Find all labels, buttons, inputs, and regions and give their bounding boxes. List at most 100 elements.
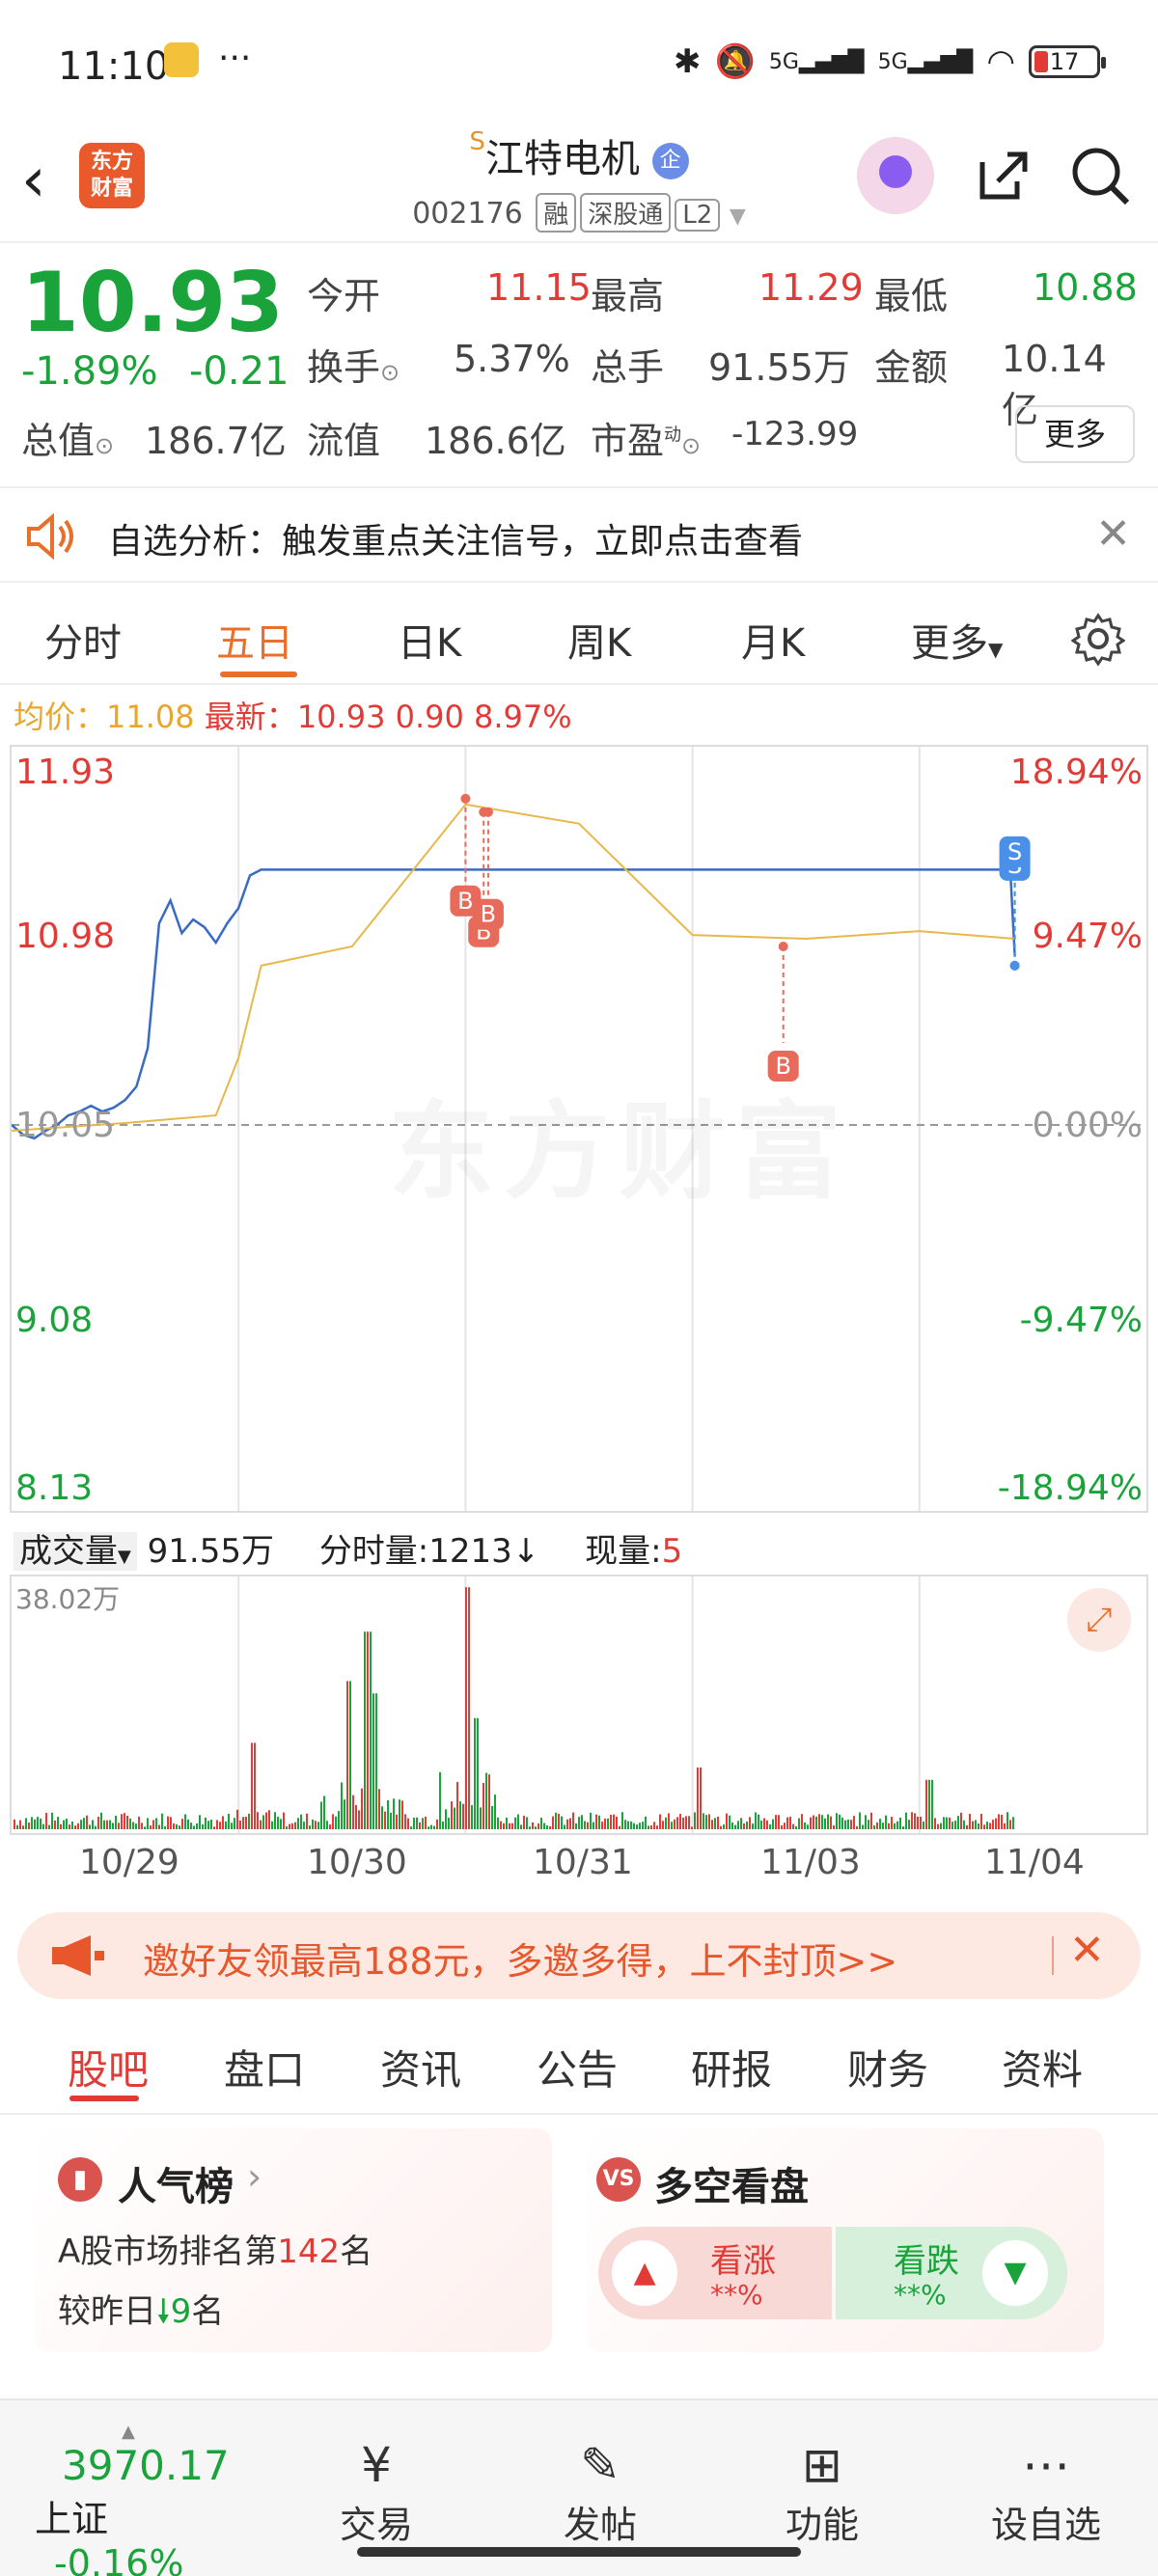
nav-functions[interactable]: ⊞ 功能	[745, 2435, 899, 2548]
tab-intraday[interactable]: 分时	[44, 612, 122, 668]
tag-l2: L2	[675, 199, 721, 232]
volume-bar	[245, 1817, 247, 1829]
settings-gear-icon[interactable]	[1071, 612, 1125, 666]
nav-add-watchlist[interactable]: ⋯ 设自选	[969, 2435, 1123, 2548]
volume-bar	[97, 1816, 99, 1829]
volume-bar	[801, 1814, 803, 1829]
tab-five-day[interactable]: 五日	[216, 612, 293, 668]
volume-bar	[346, 1681, 348, 1829]
tab-pankou[interactable]: 盘口	[224, 2038, 305, 2096]
volume-bar	[239, 1820, 241, 1829]
more-button[interactable]: 更多	[1015, 405, 1135, 463]
tab-news[interactable]: 资讯	[380, 2038, 461, 2096]
volume-header: 成交量▼ 91.55万 分时量:1213↓ 现量:5	[14, 1524, 682, 1572]
tag-margin: 融	[536, 193, 577, 233]
tab-guba[interactable]: 股吧	[68, 2038, 149, 2096]
close-icon[interactable]: ✕	[1069, 1926, 1105, 1975]
bearish-button[interactable]: 看跌 **% ▼	[836, 2227, 1067, 2319]
volume-bar	[129, 1818, 131, 1829]
volume-bar	[37, 1817, 39, 1829]
amount-label: 金额	[874, 346, 949, 389]
y-right-tick-3: 0.00%	[1032, 1106, 1143, 1145]
status-bar: 11:10 ··· ✱ 🔕 5G▂▄▆█ 5G▂▄▆█ ◠ 17	[0, 0, 1158, 125]
share-icon[interactable]	[969, 143, 1034, 208]
volume-bar	[83, 1818, 85, 1829]
volume-bar	[746, 1821, 748, 1829]
volume-bar	[118, 1822, 120, 1829]
tab-research[interactable]: 研报	[691, 2038, 772, 2096]
tab-profile[interactable]: 资料	[1002, 2038, 1083, 2096]
tab-monthly-k[interactable]: 月K	[741, 612, 805, 668]
marker-dot	[482, 807, 493, 817]
volume-bar	[236, 1809, 238, 1829]
volume-bar	[14, 1819, 15, 1829]
volume-bar	[514, 1817, 516, 1829]
nav-trade[interactable]: ¥ 交易	[299, 2435, 454, 2548]
high-label: 最高	[591, 275, 665, 317]
search-icon[interactable]	[1067, 143, 1133, 208]
y-left-tick-2: 10.98	[15, 917, 116, 956]
low-value: 10.88	[1033, 266, 1138, 309]
index-widget[interactable]: ▲ 3970.17 上证 -0.16%	[35, 2422, 247, 2576]
quote-row-1: 今开 11.15 最高 11.29 最低 10.88	[307, 266, 1138, 317]
volume-bar	[688, 1816, 690, 1829]
volume-bar	[63, 1820, 65, 1829]
volume-bar	[868, 1820, 869, 1829]
volume-bar	[566, 1819, 568, 1829]
volume-bar	[477, 1717, 479, 1829]
volume-bar	[731, 1822, 733, 1829]
nav-post[interactable]: ✎ 发帖	[523, 2435, 677, 2548]
high-value: 11.29	[758, 266, 864, 309]
volume-bar	[925, 1779, 927, 1829]
market-cap-value: 186.7亿	[145, 420, 287, 462]
marker-dot	[778, 942, 788, 951]
battery-icon: 17	[1029, 45, 1106, 78]
tab-daily-k[interactable]: 日K	[398, 612, 461, 668]
analysis-notice[interactable]: 自选分析：触发重点关注信号，立即点击查看 ✕	[0, 486, 1158, 583]
popularity-card[interactable]: ▮ 人气榜 › A股市场排名第142名 较昨日🠗9名	[35, 2128, 552, 2352]
volume-bar	[648, 1825, 649, 1829]
robot-assistant-avatar[interactable]	[857, 137, 934, 214]
volume-chart[interactable]: 38.02万 ⤢	[10, 1575, 1148, 1835]
volume-bar	[92, 1820, 94, 1829]
expand-icon[interactable]: ⤢	[1067, 1588, 1131, 1652]
tab-finance[interactable]: 财务	[847, 2038, 928, 2096]
volume-bar	[752, 1823, 754, 1829]
volume-bar	[923, 1822, 924, 1829]
tab-more[interactable]: 更多▼	[911, 612, 1003, 668]
y-left-tick-4: 9.08	[15, 1301, 94, 1340]
volume-selector[interactable]: 成交量▼	[14, 1532, 137, 1571]
bullish-button[interactable]: ▲ 看涨 **%	[598, 2227, 832, 2319]
bar-chart-icon: ▮	[58, 2157, 102, 2202]
volume-bar	[870, 1812, 872, 1829]
volume-bar	[636, 1824, 638, 1829]
volume-bar	[25, 1818, 27, 1829]
signal-5g-icon-2: 5G▂▄▆█	[877, 49, 974, 74]
index-change: -0.16%	[54, 2542, 184, 2576]
volume-bar	[980, 1813, 982, 1829]
volume-bar	[31, 1817, 33, 1829]
tab-weekly-k[interactable]: 周K	[567, 612, 631, 668]
chevron-down-icon[interactable]: ▼	[730, 205, 746, 229]
volume-bar	[422, 1818, 424, 1829]
volume-bar	[225, 1821, 227, 1829]
volume-bar	[349, 1681, 351, 1829]
volume-bar	[54, 1821, 56, 1829]
volume-bar	[969, 1814, 971, 1829]
volume-bar	[152, 1820, 154, 1829]
volume-bar	[844, 1820, 846, 1829]
invite-banner[interactable]: 邀好友领最高188元，多邀多得，上不封顶>> ✕	[17, 1912, 1141, 1999]
volume-bar	[509, 1822, 510, 1829]
volume-bar	[271, 1821, 273, 1829]
volume-bar	[569, 1818, 571, 1829]
volume-bar	[40, 1818, 41, 1829]
tab-announcements[interactable]: 公告	[537, 2038, 618, 2096]
price-chart[interactable]: BBBBSS 东方财富 11.93 10.98 10.05 9.08 8.13 …	[10, 745, 1148, 1513]
volume-bar	[45, 1813, 47, 1829]
volume-bar	[89, 1824, 91, 1829]
volume-bar	[697, 1768, 699, 1829]
volume-bar	[888, 1822, 890, 1829]
volume-bar	[998, 1814, 1000, 1829]
close-icon[interactable]: ✕	[1095, 509, 1131, 559]
volume-bar	[187, 1819, 189, 1829]
